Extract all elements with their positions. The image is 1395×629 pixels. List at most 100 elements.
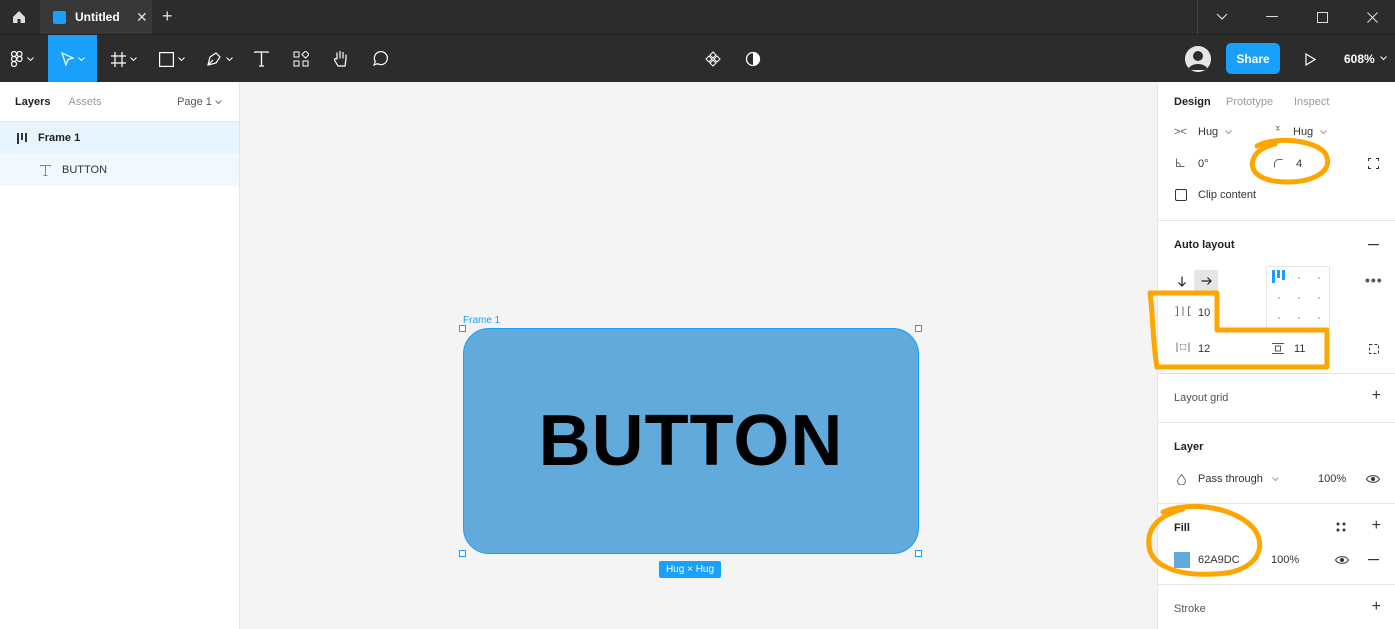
resize-handle[interactable]	[459, 550, 466, 557]
layer-opacity-value[interactable]: 100%	[1318, 473, 1346, 485]
fill-color-swatch[interactable]	[1174, 552, 1190, 568]
remove-fill-icon[interactable]	[1368, 559, 1379, 561]
tab-assets[interactable]: Assets	[68, 96, 101, 108]
independent-corners-icon[interactable]	[1368, 158, 1379, 169]
item-spacing-value[interactable]: 10	[1198, 307, 1210, 319]
home-icon[interactable]	[0, 0, 38, 34]
auto-layout-title: Auto layout	[1174, 239, 1235, 251]
width-resizing-icon: ><	[1174, 126, 1187, 138]
comment-tool[interactable]	[365, 35, 395, 83]
layer-name: BUTTON	[62, 164, 108, 176]
stroke-title: Stroke	[1174, 603, 1206, 615]
chevron-down-icon[interactable]	[1380, 56, 1387, 61]
vertical-direction-button[interactable]	[1170, 270, 1194, 292]
present-button[interactable]	[1296, 35, 1324, 83]
more-options-icon[interactable]: •••	[1365, 272, 1383, 288]
frame-label[interactable]: Frame 1	[463, 315, 500, 326]
height-resizing-icon: ⌄ ⌃	[1274, 120, 1282, 137]
figma-file-icon	[53, 10, 66, 24]
add-stroke-icon[interactable]: +	[1372, 598, 1381, 616]
shape-tool[interactable]	[152, 35, 192, 83]
hand-tool[interactable]	[326, 35, 356, 83]
move-tool[interactable]	[48, 35, 97, 83]
add-fill-icon[interactable]: +	[1372, 517, 1381, 535]
text-tool-icon	[253, 51, 269, 67]
component-button[interactable]	[698, 35, 728, 83]
hand-tool-icon	[334, 50, 347, 67]
clip-content-label: Clip content	[1198, 189, 1257, 201]
resize-handle[interactable]	[915, 550, 922, 557]
chevron-down-icon[interactable]	[1197, 0, 1247, 34]
divider	[1158, 584, 1395, 585]
title-bar: Untitled ✕ +	[0, 0, 1395, 34]
chevron-down-icon	[215, 100, 222, 105]
layer-row-text[interactable]: BUTTON	[0, 154, 239, 186]
resize-handle[interactable]	[915, 325, 922, 332]
divider	[1158, 220, 1395, 221]
vertical-padding-value[interactable]: 11	[1294, 343, 1305, 355]
fill-opacity-value[interactable]: 100%	[1271, 554, 1299, 566]
comment-tool-icon	[372, 51, 388, 67]
frame-tool-icon	[111, 51, 126, 67]
eye-icon[interactable]	[1366, 474, 1380, 484]
left-panel-tabs: Layers Assets Page 1	[0, 82, 239, 122]
maximize-button[interactable]	[1297, 0, 1347, 34]
clip-content-checkbox[interactable]	[1175, 189, 1187, 201]
individual-padding-icon[interactable]	[1368, 343, 1380, 355]
avatar[interactable]	[1185, 46, 1211, 72]
layer-title: Layer	[1174, 441, 1204, 453]
add-layout-grid-icon[interactable]: +	[1372, 387, 1381, 405]
text-tool[interactable]	[246, 35, 276, 83]
alignment-grid[interactable]	[1266, 266, 1330, 330]
divider	[1158, 503, 1395, 504]
page-selector[interactable]: Page 1	[177, 96, 222, 108]
width-mode[interactable]: Hug	[1198, 126, 1218, 138]
figma-menu-button[interactable]	[0, 35, 45, 83]
blend-mode-value[interactable]: Pass through	[1198, 473, 1263, 485]
horizontal-padding-icon: |□|	[1174, 343, 1193, 354]
rotation-value[interactable]: 0°	[1198, 158, 1209, 170]
horizontal-padding-value[interactable]: 12	[1198, 343, 1210, 355]
height-mode[interactable]: Hug	[1293, 126, 1313, 138]
size-badge: Hug × Hug	[659, 561, 721, 578]
layers-panel: Layers Assets Page 1 Frame 1 BUTTON	[0, 82, 240, 629]
button-text[interactable]: BUTTON	[539, 400, 844, 482]
fill-hex-value[interactable]: 62A9DC	[1198, 554, 1240, 566]
minimize-button[interactable]	[1247, 0, 1297, 34]
contrast-button[interactable]	[738, 35, 768, 83]
resize-handle[interactable]	[459, 325, 466, 332]
tab-layers[interactable]: Layers	[15, 96, 50, 108]
move-tool-icon	[60, 52, 74, 66]
style-picker-icon[interactable]	[1336, 522, 1346, 532]
blend-mode-icon	[1177, 474, 1186, 485]
tab-design[interactable]: Design	[1174, 96, 1211, 108]
align-top-left-icon	[1272, 270, 1285, 283]
fill-title: Fill	[1174, 522, 1190, 534]
close-tab-icon[interactable]: ✕	[136, 9, 148, 26]
remove-auto-layout-icon[interactable]	[1368, 244, 1379, 246]
eye-icon[interactable]	[1335, 555, 1349, 565]
selected-frame[interactable]: BUTTON	[463, 328, 919, 554]
toolbar: Share 608%	[0, 34, 1395, 83]
file-tab[interactable]: Untitled ✕	[40, 0, 152, 34]
figma-menu-icon	[11, 51, 23, 67]
text-layer-icon	[40, 164, 51, 176]
share-button[interactable]: Share	[1226, 43, 1280, 74]
divider	[1158, 373, 1395, 374]
layer-row-frame[interactable]: Frame 1	[0, 122, 239, 154]
resources-tool[interactable]	[286, 35, 316, 83]
horizontal-direction-button[interactable]	[1194, 270, 1218, 292]
close-window-button[interactable]	[1347, 0, 1395, 34]
chevron-down-icon	[1225, 130, 1232, 135]
tab-inspect[interactable]: Inspect	[1294, 96, 1329, 108]
frame-tool[interactable]	[104, 35, 144, 83]
shape-tool-icon	[159, 51, 174, 67]
tab-prototype[interactable]: Prototype	[1226, 96, 1273, 108]
zoom-level[interactable]: 608%	[1344, 52, 1375, 66]
vertical-padding-icon	[1272, 343, 1284, 354]
pen-tool[interactable]	[199, 35, 239, 83]
item-spacing-icon: ]|[	[1174, 307, 1193, 318]
corner-radius-value[interactable]: 4	[1296, 158, 1302, 170]
chevron-down-icon	[1272, 477, 1279, 482]
new-tab-button[interactable]: +	[162, 6, 173, 27]
